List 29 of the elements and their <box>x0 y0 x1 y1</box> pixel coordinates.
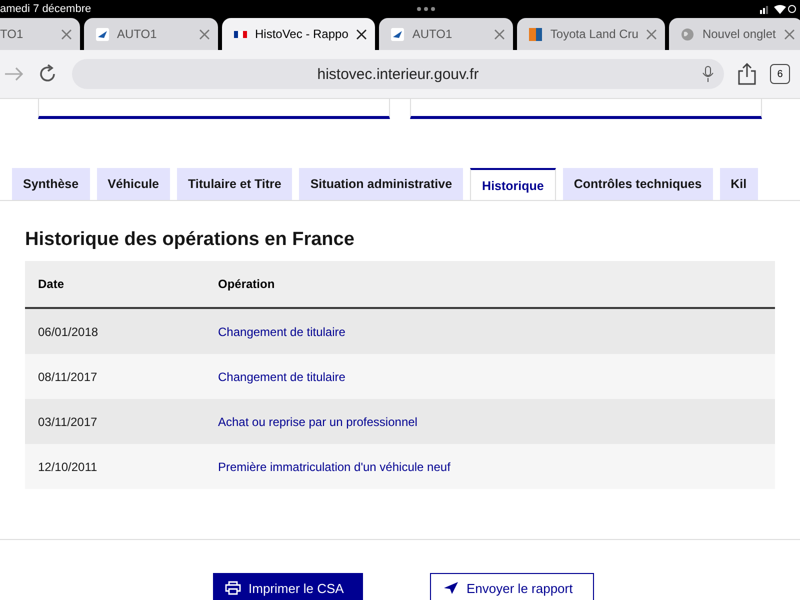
address-field[interactable]: histovec.interieur.gouv.fr <box>72 59 724 89</box>
table-cell: Achat ou reprise par un professionnel <box>205 399 775 444</box>
tab-count-button[interactable]: 6 <box>770 64 790 84</box>
print-button[interactable]: Imprimer le CSA <box>212 573 362 600</box>
browser-tab[interactable]: AUTO1 <box>84 18 218 50</box>
status-date: amedi 7 décembre <box>0 3 92 15</box>
table-cell: 06/01/2018 <box>25 308 205 354</box>
tab[interactable]: Titulaire et Titre <box>177 168 292 200</box>
tab[interactable]: Situation administrative <box>299 168 464 200</box>
browser-tab[interactable]: HistoVec - Rappo <box>222 18 376 50</box>
tab[interactable]: Historique <box>470 168 556 200</box>
browser-tab[interactable]: Toyota Land Cru <box>517 18 666 50</box>
browser-tab[interactable]: AUTO1 <box>379 18 514 50</box>
column-header: Date <box>25 261 205 308</box>
tab[interactable]: Contrôles techniques <box>562 168 713 200</box>
table-cell: 03/11/2017 <box>25 399 205 444</box>
tab[interactable]: Synthèse <box>12 168 90 200</box>
table-cell: 08/11/2017 <box>25 354 205 399</box>
table-cell: 12/10/2011 <box>25 444 205 489</box>
table-cell: Changement de titulaire <box>205 354 775 399</box>
browser-tab[interactable]: Nouvel onglet <box>669 18 800 50</box>
table-cell: Première immatriculation d'un véhicule neuf <box>205 444 775 489</box>
tab[interactable]: Véhicule <box>96 168 170 200</box>
browser-tab[interactable]: TO1 <box>0 18 80 50</box>
tab[interactable]: Kil <box>720 168 758 200</box>
send-button[interactable]: Envoyer le rapport <box>430 573 594 600</box>
section-title: Historique des opérations en France <box>25 229 356 251</box>
table-cell: Changement de titulaire <box>205 308 775 354</box>
column-header: Opération <box>205 261 775 308</box>
